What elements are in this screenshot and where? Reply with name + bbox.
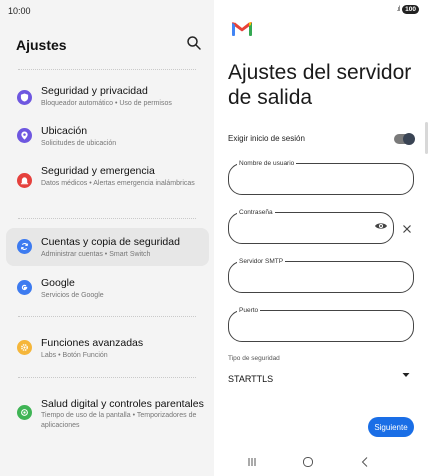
settings-item-digital-wellbeing[interactable]: Salud digital y controles parentales Tie…: [6, 391, 209, 435]
settings-item-location[interactable]: Ubicación Solicitudes de ubicación: [6, 119, 209, 153]
settings-item-security-privacy[interactable]: Seguridad y privacidad Bloqueador automá…: [6, 80, 209, 116]
settings-item-title: Ubicación: [41, 125, 88, 137]
settings-item-title: Funciones avanzadas: [41, 337, 144, 349]
username-label: Nombre de usuario: [237, 159, 297, 168]
port-field[interactable]: Puerto: [228, 306, 414, 342]
battery-icon: 100: [402, 5, 419, 14]
home-icon[interactable]: [302, 456, 314, 468]
signal-icon: .ıl: [396, 6, 401, 13]
sync-icon: [17, 239, 32, 254]
recent-apps-icon[interactable]: [246, 456, 258, 468]
require-login-label: Exigir inicio de sesión: [228, 134, 305, 143]
settings-item-subtitle: Tiempo de uso de la pantalla • Temporiza…: [41, 412, 197, 429]
settings-item-subtitle: Solicitudes de ubicación: [41, 140, 117, 147]
search-icon[interactable]: [186, 35, 202, 51]
next-button[interactable]: Siguiente: [368, 417, 414, 437]
gmail-logo-icon: [232, 22, 252, 36]
port-label: Puerto: [237, 306, 261, 315]
toggle-knob: [403, 133, 415, 145]
settings-item-title: Seguridad y privacidad: [41, 85, 148, 97]
settings-item-subtitle: Servicios de Google: [41, 292, 104, 299]
smtp-server-field[interactable]: Servidor SMTP: [228, 257, 414, 293]
settings-item-google[interactable]: Google Servicios de Google: [6, 270, 209, 306]
security-type-select[interactable]: STARTTLS: [228, 374, 273, 384]
status-bar-icons: .ıl 100: [397, 5, 419, 14]
wellbeing-icon: [17, 405, 32, 420]
settings-item-subtitle: Administrar cuentas • Smart Switch: [41, 251, 151, 258]
settings-panel: 10:00 Ajustes Seguridad y privacidad Blo…: [0, 0, 214, 476]
settings-item-title: Salud digital y controles parentales: [41, 398, 204, 410]
location-pin-icon: [17, 128, 32, 143]
settings-item-safety-emergency[interactable]: Seguridad y emergencia Datos médicos • A…: [6, 160, 209, 206]
back-icon[interactable]: [359, 456, 371, 468]
require-login-toggle[interactable]: [394, 133, 415, 145]
security-type-label: Tipo de seguridad: [228, 355, 280, 362]
divider: [18, 377, 196, 378]
navigation-bar: [214, 448, 428, 476]
password-label: Contraseña: [237, 208, 275, 217]
divider: [18, 69, 196, 70]
page-title: Ajustes: [16, 37, 67, 53]
google-icon: [17, 280, 32, 295]
show-password-eye-icon[interactable]: [374, 221, 388, 231]
gear-icon: [17, 340, 32, 355]
page-title: Ajustes del servidor de salida: [228, 61, 412, 109]
smtp-server-label: Servidor SMTP: [237, 257, 286, 266]
shield-icon: [17, 90, 32, 105]
divider: [18, 316, 196, 317]
clear-close-icon[interactable]: [402, 224, 412, 234]
settings-item-subtitle: Bloqueador automático • Uso de permisos: [41, 100, 172, 107]
settings-item-subtitle: Datos médicos • Alertas emergencia inalá…: [41, 180, 195, 187]
settings-item-accounts-backup[interactable]: Cuentas y copia de seguridad Administrar…: [6, 228, 209, 266]
username-field[interactable]: Nombre de usuario: [228, 159, 414, 195]
settings-item-subtitle: Labs • Botón Función: [41, 352, 108, 359]
settings-item-title: Seguridad y emergencia: [41, 165, 155, 177]
divider: [18, 218, 196, 219]
emergency-alert-icon: [17, 173, 32, 188]
settings-item-advanced-features[interactable]: Funciones avanzadas Labs • Botón Función: [6, 330, 209, 366]
settings-item-title: Cuentas y copia de seguridad: [41, 236, 180, 248]
status-time: 10:00: [8, 6, 31, 16]
password-field[interactable]: Contraseña: [228, 208, 394, 244]
dropdown-arrow-icon[interactable]: [402, 372, 410, 378]
gmail-outgoing-server-panel: .ıl 100 Ajustes del servidor de salida E…: [214, 0, 428, 476]
settings-item-title: Google: [41, 277, 75, 289]
